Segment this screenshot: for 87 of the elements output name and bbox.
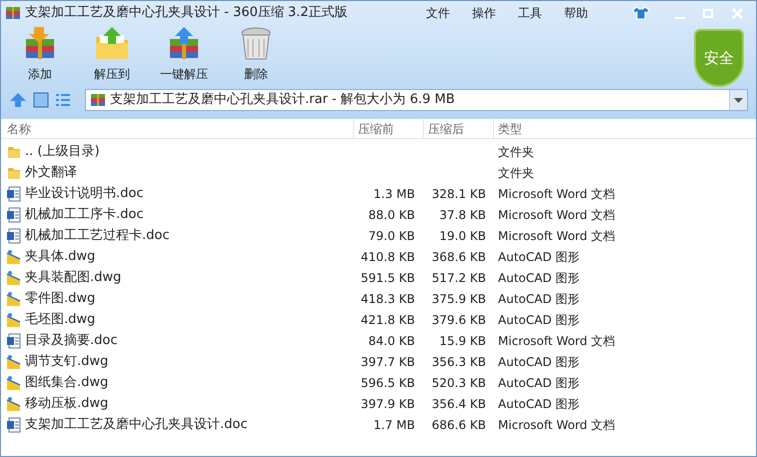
address-field[interactable]: 支架加工工艺及磨中心孔夹具设计.rar - 解包大小为 6.9 MB <box>85 89 748 111</box>
table-cell: 文件夹 <box>498 166 534 180</box>
archive-icon <box>5 5 21 21</box>
file-name[interactable]: 图纸集合.dwg <box>25 372 108 392</box>
document-icon <box>6 228 22 244</box>
table-cell: 15.9 KB <box>439 334 486 348</box>
file-name[interactable]: 外文翻译 <box>25 162 77 182</box>
drawing-file-icon <box>6 290 22 306</box>
toolbar-button[interactable]: 一键解压 <box>153 25 215 83</box>
drawing-file-icon <box>6 396 22 412</box>
table-cell: 356.4 KB <box>432 396 486 410</box>
table-cell: Microsoft Word 文档 <box>498 334 616 348</box>
table-cell: 88.0 KB <box>368 208 415 222</box>
drawing-file-icon <box>6 270 22 286</box>
large-icon-view-icon[interactable] <box>33 92 49 108</box>
table-cell: 517.2 KB <box>432 270 486 284</box>
drawing-file-icon <box>6 354 22 370</box>
table-cell: 19.0 KB <box>439 228 486 242</box>
document-icon <box>6 416 22 432</box>
file-name[interactable]: 机械加工工艺过程卡.doc <box>25 226 170 246</box>
caret-icon <box>734 98 743 102</box>
table-cell: 1.7 MB <box>374 418 415 432</box>
table-cell: 37.8 KB <box>439 208 486 222</box>
file-name[interactable]: 毕业设计说明书.doc <box>25 184 144 204</box>
document-icon <box>6 332 22 348</box>
list-view-icon[interactable] <box>55 92 71 108</box>
table-cell: 79.0 KB <box>368 228 415 242</box>
column-header[interactable]: 名称 <box>1 120 353 138</box>
table-cell: Microsoft Word 文档 <box>498 228 616 242</box>
file-name[interactable]: 零件图.dwg <box>25 288 96 308</box>
window-title: 支架加工工艺及磨中心孔夹具设计 - 360压缩 3.2正式版 <box>25 4 348 22</box>
archive-icon <box>90 92 106 108</box>
table-cell: 368.6 KB <box>432 250 486 264</box>
document-icon <box>6 186 22 202</box>
table-cell: 397.7 KB <box>360 354 415 368</box>
table-cell: AutoCAD 图形 <box>498 376 580 390</box>
table-cell: 328.1 KB <box>432 186 486 200</box>
table-cell: 356.3 KB <box>432 354 486 368</box>
table-cell: AutoCAD 图形 <box>498 354 580 368</box>
drawing-file-icon <box>6 248 22 264</box>
close-icon <box>732 8 742 18</box>
table-cell: AutoCAD 图形 <box>498 270 580 284</box>
table-cell: 410.8 KB <box>360 250 415 264</box>
table-cell: AutoCAD 图形 <box>498 250 580 264</box>
table-cell: 375.9 KB <box>432 292 486 306</box>
drawing-file-icon <box>6 374 22 390</box>
column-header[interactable]: 压缩后 <box>423 120 493 138</box>
file-name[interactable]: 支架加工工艺及磨中心孔夹具设计.doc <box>25 414 248 434</box>
file-name[interactable]: 调节支钉.dwg <box>25 352 108 372</box>
toolbar-button[interactable]: 添加 <box>9 25 71 83</box>
menu-item[interactable]: 帮助 <box>564 4 588 22</box>
menu-item[interactable]: 操作 <box>472 4 496 22</box>
up-arrow-icon[interactable] <box>9 92 27 108</box>
table-cell: 397.9 KB <box>360 396 415 410</box>
shirt-icon[interactable] <box>632 6 650 20</box>
table-cell: 520.3 KB <box>432 376 486 390</box>
file-name[interactable]: 移动压板.dwg <box>25 394 108 414</box>
toolbar-button[interactable]: 删除 <box>225 25 287 83</box>
toolbar-button[interactable]: 解压到 <box>81 25 143 83</box>
table-cell: 686.6 KB <box>432 418 486 432</box>
table-cell: Microsoft Word 文档 <box>498 418 616 432</box>
column-header[interactable]: 类型 <box>493 120 749 138</box>
table-cell: 1.3 MB <box>374 186 415 200</box>
file-name[interactable]: 毛坯图.dwg <box>25 310 96 330</box>
table-cell: Microsoft Word 文档 <box>498 186 616 200</box>
table-cell: AutoCAD 图形 <box>498 396 580 410</box>
file-name[interactable]: 夹具装配图.dwg <box>25 268 122 288</box>
table-cell: 379.6 KB <box>432 312 486 326</box>
table-cell: Microsoft Word 文档 <box>498 208 616 222</box>
file-name[interactable]: .. (上级目录) <box>25 142 100 162</box>
file-name[interactable]: 机械加工工序卡.doc <box>25 204 144 224</box>
menu-item[interactable]: 文件 <box>426 4 450 22</box>
drawing-file-icon <box>6 312 22 328</box>
document-icon <box>6 206 22 222</box>
dropdown-button[interactable] <box>729 90 747 110</box>
table-cell: 84.0 KB <box>368 334 415 348</box>
table-cell: 418.3 KB <box>360 292 415 306</box>
file-name[interactable]: 夹具体.dwg <box>25 246 96 266</box>
column-header[interactable]: 压缩前 <box>353 120 423 138</box>
table-cell: 文件夹 <box>498 144 534 158</box>
file-name[interactable]: 目录及摘要.doc <box>25 330 118 350</box>
table-cell: AutoCAD 图形 <box>498 292 580 306</box>
table-cell: AutoCAD 图形 <box>498 312 580 326</box>
table-cell: 421.8 KB <box>360 312 415 326</box>
menu-item[interactable]: 工具 <box>518 4 542 22</box>
table-cell: 596.5 KB <box>360 376 415 390</box>
table-cell: 591.5 KB <box>360 270 415 284</box>
